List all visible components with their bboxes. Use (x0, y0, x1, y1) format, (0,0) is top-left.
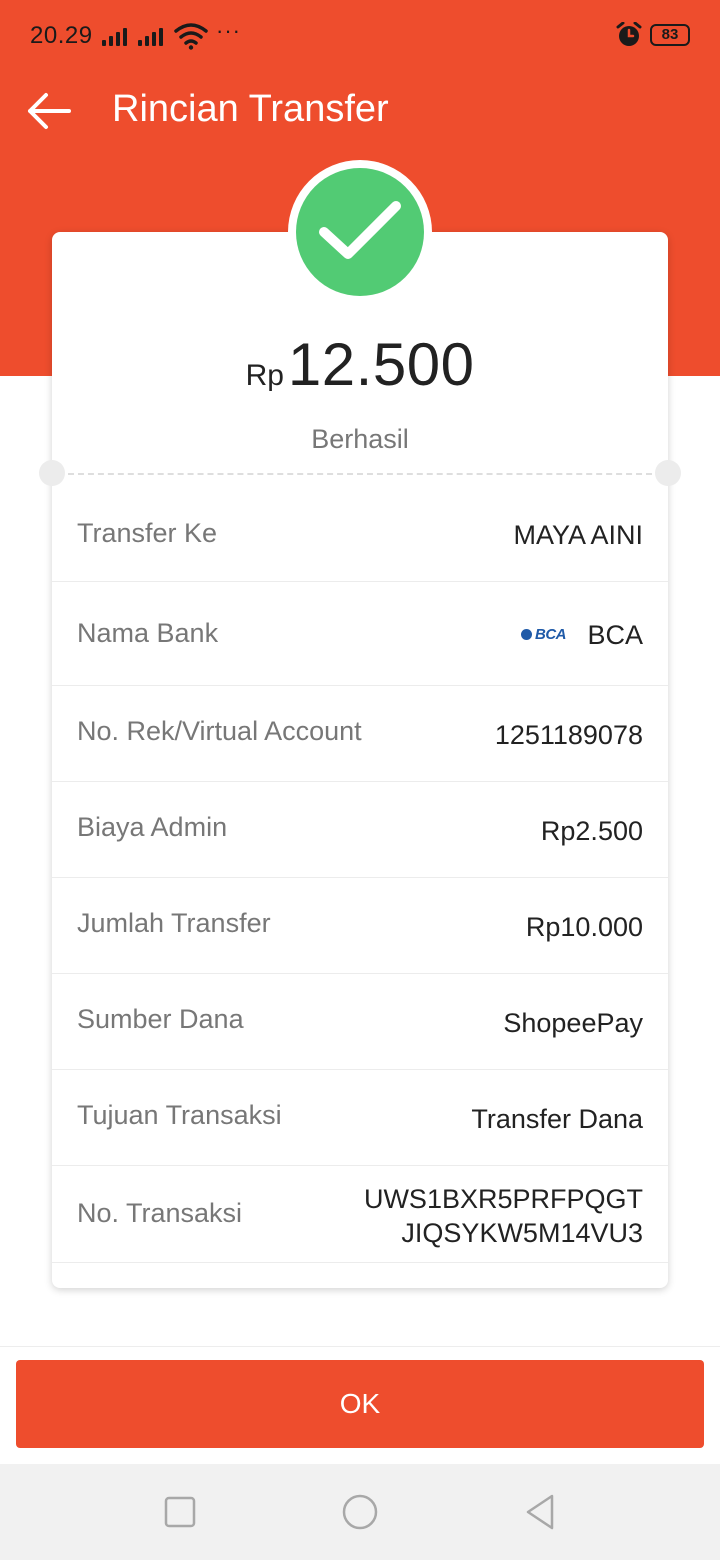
signal-icon (138, 26, 163, 46)
navigation-bar (0, 1464, 720, 1560)
ok-button[interactable]: OK (16, 1360, 704, 1448)
detail-row-transaction-number: No. Transaksi UWS1BXR5PRFPQGT JIQSYKW5M1… (52, 1166, 668, 1263)
status-time: 20.29 (30, 22, 93, 49)
more-indicator: ··· (216, 18, 241, 43)
detail-label: No. Transaksi (77, 1198, 243, 1228)
battery-icon: 83 (650, 24, 690, 46)
page-title: Rincian Transfer (112, 88, 389, 130)
transfer-status: Berhasil (311, 424, 409, 454)
detail-value: Rp10.000 (525, 912, 643, 942)
amount-currency: Rp (245, 359, 284, 392)
alarm-icon (616, 22, 642, 46)
detail-label: Sumber Dana (77, 1004, 244, 1034)
back-icon[interactable] (520, 1492, 560, 1532)
detail-label: No. Rek/Virtual Account (77, 716, 362, 746)
detail-label: Tujuan Transaksi (77, 1100, 282, 1130)
amount-value: 12.500 (287, 331, 475, 398)
detail-value: Transfer Dana (471, 1104, 643, 1134)
detail-label: Transfer Ke (77, 518, 218, 548)
detail-label: Biaya Admin (77, 812, 228, 842)
detail-label: Nama Bank (77, 618, 219, 648)
detail-label: Jumlah Transfer (77, 908, 271, 938)
card-notch-left (39, 460, 65, 486)
wifi-icon (174, 23, 208, 50)
status-bar: 20.29 ··· 83 (0, 0, 720, 72)
back-arrow-icon[interactable] (26, 88, 72, 134)
success-check-icon (296, 168, 424, 296)
detail-row-bank-name: Nama Bank BCA BCA (52, 582, 668, 686)
detail-value: 1251189078 (494, 720, 643, 750)
detail-row-account-number: No. Rek/Virtual Account 1251189078 (52, 686, 668, 782)
detail-value: BCA (587, 620, 643, 650)
detail-row-fund-source: Sumber Dana ShopeePay (52, 974, 668, 1070)
detail-row-transfer-to: Transfer Ke MAYA AINI (52, 486, 668, 582)
home-icon[interactable] (340, 1492, 380, 1532)
bca-logo-icon: BCA (521, 626, 567, 643)
detail-value: UWS1BXR5PRFPQGT JIQSYKW5M14VU3 (364, 1182, 643, 1250)
detail-row-admin-fee: Biaya Admin Rp2.500 (52, 782, 668, 878)
dashed-divider (68, 473, 652, 475)
card-notch-right (655, 460, 681, 486)
detail-value: MAYA AINI (513, 520, 643, 550)
transaction-number-line-2: JIQSYKW5M14VU3 (401, 1218, 643, 1248)
transaction-number-line-1: UWS1BXR5PRFPQGT (363, 1184, 643, 1214)
detail-row-transaction-purpose: Tujuan Transaksi Transfer Dana (52, 1070, 668, 1166)
detail-row-transfer-amount: Jumlah Transfer Rp10.000 (52, 878, 668, 974)
transfer-amount: Rp12.500 (52, 330, 668, 399)
recent-apps-icon[interactable] (160, 1492, 200, 1532)
signal-icon (102, 26, 127, 46)
detail-value: Rp2.500 (540, 816, 643, 846)
footer-divider (0, 1346, 720, 1347)
detail-value: ShopeePay (503, 1008, 643, 1038)
